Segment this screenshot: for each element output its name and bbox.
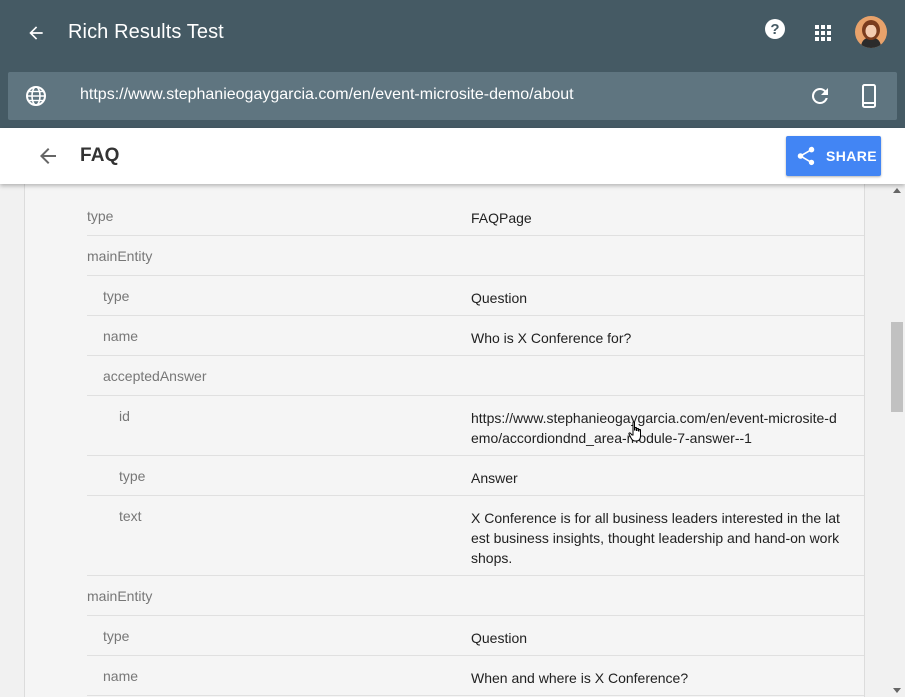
property-key: text — [119, 508, 142, 524]
refresh-icon — [811, 87, 828, 104]
property-key: name — [103, 328, 139, 344]
table-row: type FAQPage — [87, 196, 864, 236]
table-row: name When and where is X Conference? — [87, 656, 864, 696]
apps-grid-icon — [815, 25, 831, 41]
help-button[interactable]: ? — [763, 17, 787, 41]
property-value: FAQPage — [471, 210, 532, 226]
table-row: type Question — [87, 616, 864, 656]
share-button-label: SHARE — [826, 148, 878, 164]
scrollbar-thumb[interactable] — [891, 322, 903, 412]
property-key: type — [103, 288, 130, 304]
property-key: name — [103, 668, 139, 684]
details-back-button[interactable] — [36, 144, 60, 168]
arrow-left-icon — [29, 26, 43, 40]
refresh-button[interactable] — [808, 84, 832, 108]
details-header: FAQ SHARE — [0, 128, 905, 184]
url-text[interactable]: https://www.stephanieogaygarcia.com/en/e… — [80, 86, 574, 104]
app-title: Rich Results Test — [68, 21, 224, 43]
property-value: X Conference is for all business leaders… — [471, 510, 840, 566]
table-row: name Who is X Conference for? — [87, 316, 864, 356]
smartphone-icon — [862, 84, 876, 108]
property-key: type — [87, 208, 114, 224]
property-value: Answer — [471, 470, 518, 486]
share-icon — [797, 146, 815, 166]
app-bar: Rich Results Test ? https://www.stephani… — [0, 0, 905, 128]
property-key: id — [119, 408, 130, 424]
table-row: type Question — [87, 276, 864, 316]
arrow-left-icon — [40, 148, 56, 164]
device-toggle-button[interactable] — [857, 83, 881, 109]
property-key: type — [119, 468, 146, 484]
hand-pointer-cursor-icon — [628, 421, 641, 442]
url-bar[interactable]: https://www.stephanieogaygarcia.com/en/e… — [8, 72, 897, 120]
avatar-icon — [855, 16, 887, 48]
scroll-up-arrow-icon[interactable] — [893, 188, 901, 193]
structured-data-table: type FAQPage mainEntity type Question na… — [24, 184, 865, 697]
share-button[interactable]: SHARE — [786, 136, 881, 176]
property-key: mainEntity — [87, 248, 153, 264]
apps-button[interactable] — [810, 20, 836, 46]
table-row: type Answer — [87, 456, 864, 496]
table-row: mainEntity — [87, 576, 864, 616]
property-key: type — [103, 628, 130, 644]
svg-text:?: ? — [770, 21, 779, 38]
user-avatar[interactable] — [855, 16, 887, 48]
table-row: acceptedAnswer — [87, 356, 864, 396]
property-value: https://www.stephanieogaygarcia.com/en/e… — [471, 410, 837, 446]
property-value: Question — [471, 290, 528, 306]
help-icon: ? — [765, 19, 785, 39]
table-row: id https://www.stephanieogaygarcia.com/e… — [87, 396, 864, 456]
property-key: acceptedAnswer — [103, 368, 207, 384]
table-row: text X Conference is for all business le… — [87, 496, 864, 576]
table-row: mainEntity — [87, 236, 864, 276]
property-value: Who is X Conference for? — [471, 330, 632, 346]
property-value: Question — [471, 630, 528, 646]
globe-icon — [26, 86, 46, 106]
details-title: FAQ — [80, 145, 120, 166]
scroll-down-arrow-icon[interactable] — [893, 688, 901, 693]
property-key: mainEntity — [87, 588, 153, 604]
vertical-scrollbar[interactable] — [889, 184, 905, 697]
back-button[interactable] — [22, 20, 50, 46]
property-value: When and where is X Conference? — [471, 670, 689, 686]
